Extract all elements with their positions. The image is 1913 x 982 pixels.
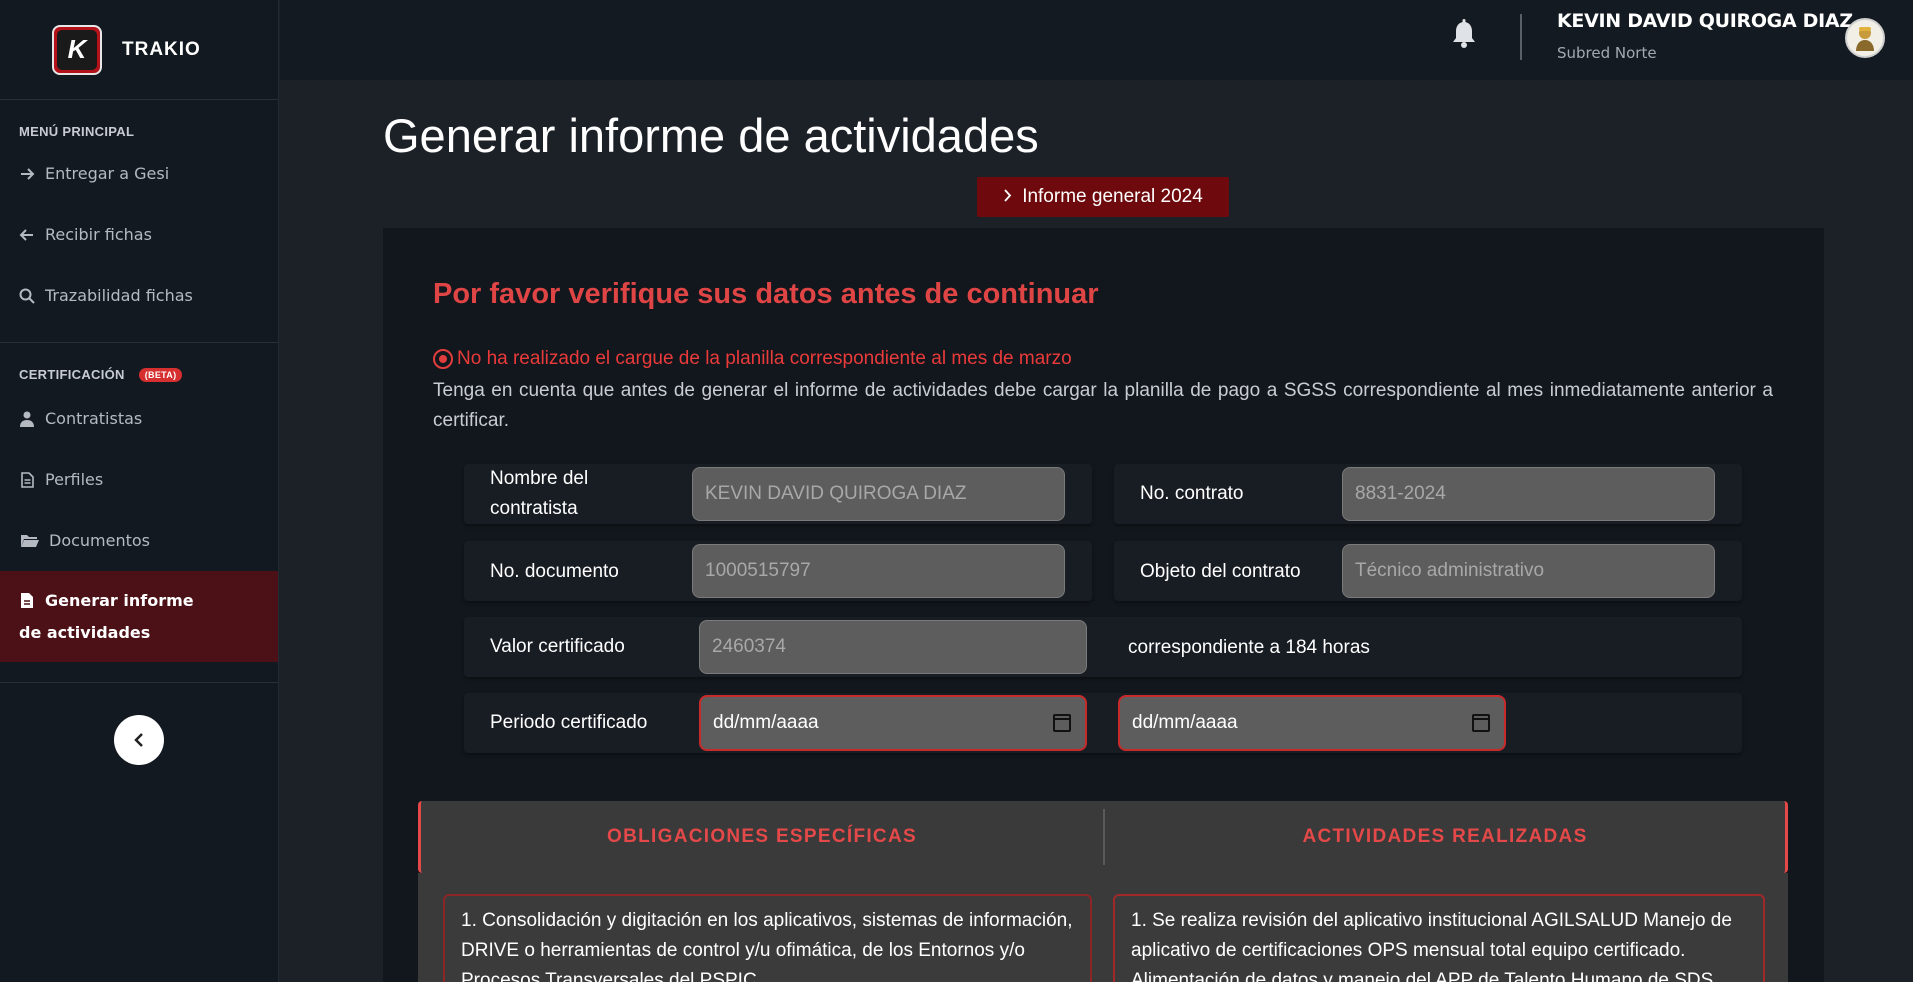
section-tabs: OBLIGACIONES ESPECÍFICAS ACTIVIDADES REA… bbox=[418, 801, 1788, 873]
sidebar-item-label: Perfiles bbox=[45, 470, 104, 489]
sidebar-item-generar-informe[interactable]: Generar informe de actividades bbox=[0, 571, 278, 662]
sidebar-item-label: Documentos bbox=[49, 531, 151, 550]
document-no-field[interactable]: 1000515797 bbox=[692, 544, 1065, 598]
search-icon bbox=[19, 288, 35, 304]
period-start-placeholder: dd/mm/aaaa bbox=[713, 712, 819, 733]
period-label: Periodo certificado bbox=[490, 712, 648, 733]
logo-icon[interactable]: K bbox=[52, 24, 102, 75]
collapse-sidebar-button[interactable] bbox=[114, 715, 164, 765]
calendar-icon[interactable] bbox=[1472, 714, 1490, 732]
contract-object-field[interactable]: Técnico administrativo bbox=[1342, 544, 1715, 598]
sidebar-item-recibir[interactable]: Recibir fichas bbox=[0, 204, 278, 265]
notification-bell-icon[interactable] bbox=[1449, 18, 1479, 52]
document-icon bbox=[19, 471, 35, 488]
user-subtitle: Subred Norte bbox=[1557, 44, 1657, 62]
brand: K TRAKIO bbox=[0, 0, 278, 100]
certification-heading-label: CERTIFICACIÓN bbox=[19, 367, 125, 382]
main-menu-heading-label: MENÚ PRINCIPAL bbox=[19, 124, 135, 139]
warning-dot-icon bbox=[433, 349, 453, 369]
period-end-placeholder: dd/mm/aaaa bbox=[1132, 712, 1238, 733]
form-row-period bbox=[464, 693, 1742, 753]
sidebar-item-label: Recibir fichas bbox=[45, 225, 152, 244]
warning-message: No ha realizado el cargue de la planilla… bbox=[433, 348, 1072, 370]
contract-object-label: Objeto del contrato bbox=[1140, 561, 1301, 582]
sidebar-item-label: Trazabilidad fichas bbox=[45, 286, 193, 305]
activity-textarea[interactable]: 1. Se realiza revisión del aplicativo in… bbox=[1113, 894, 1765, 982]
document-no-label: No. documento bbox=[490, 561, 619, 582]
certification-heading: CERTIFICACIÓN (BETA) bbox=[0, 367, 278, 382]
contract-no-field[interactable]: 8831-2024 bbox=[1342, 467, 1715, 521]
sidebar-item-label: Contratistas bbox=[45, 409, 143, 428]
avatar[interactable] bbox=[1845, 18, 1885, 58]
sidebar-item-contratistas[interactable]: Contratistas bbox=[0, 388, 278, 449]
sidebar-item-label: Entregar a Gesi bbox=[45, 164, 170, 183]
tab-obligaciones[interactable]: OBLIGACIONES ESPECÍFICAS bbox=[421, 801, 1103, 873]
certified-value-field[interactable]: 2460374 bbox=[699, 620, 1087, 674]
arrow-left-icon bbox=[19, 227, 35, 243]
topbar-divider bbox=[1520, 14, 1522, 60]
certified-value-label: Valor certificado bbox=[490, 636, 625, 657]
sidebar-item-label: Generar informe de actividades bbox=[19, 590, 194, 642]
contract-no-label: No. contrato bbox=[1140, 483, 1244, 504]
calendar-icon[interactable] bbox=[1053, 714, 1071, 732]
sidebar-item-documentos[interactable]: Documentos bbox=[0, 510, 278, 571]
warning-text: No ha realizado el cargue de la planilla… bbox=[457, 348, 1072, 369]
period-end-date-input[interactable]: dd/mm/aaaa bbox=[1118, 695, 1506, 751]
contractor-name-label: Nombre del contratista bbox=[490, 468, 589, 519]
arrow-right-icon bbox=[19, 166, 35, 182]
form-row-certified-value bbox=[464, 617, 1742, 677]
logo-letter: K bbox=[57, 29, 97, 70]
page-title: Generar informe de actividades bbox=[383, 109, 1039, 162]
tab-actividades[interactable]: ACTIVIDADES REALIZADAS bbox=[1105, 801, 1785, 873]
chevron-left-icon bbox=[134, 733, 143, 747]
sidebar: K TRAKIO MENÚ PRINCIPAL Entregar a Gesi … bbox=[0, 0, 279, 982]
contractor-name-field[interactable]: KEVIN DAVID QUIROGA DIAZ bbox=[692, 467, 1065, 521]
chevron-right-icon bbox=[1003, 186, 1012, 208]
hours-text: correspondiente a 184 horas bbox=[1128, 637, 1370, 658]
user-icon bbox=[19, 411, 35, 427]
beta-badge: (BETA) bbox=[138, 367, 183, 382]
user-name[interactable]: KEVIN DAVID QUIROGA DIAZ bbox=[1557, 10, 1853, 32]
sidebar-item-entregar[interactable]: Entregar a Gesi bbox=[0, 143, 278, 204]
file-icon bbox=[19, 592, 35, 608]
obligation-textarea[interactable]: 1. Consolidación y digitación en los apl… bbox=[443, 894, 1092, 982]
sidebar-item-trazabilidad[interactable]: Trazabilidad fichas bbox=[0, 265, 278, 326]
folder-icon bbox=[19, 533, 39, 549]
brand-name: TRAKIO bbox=[122, 38, 201, 60]
main-menu-heading: MENÚ PRINCIPAL bbox=[0, 124, 278, 139]
verify-title: Por favor verifique sus datos antes de c… bbox=[433, 278, 1099, 310]
report-pill-label: Informe general 2024 bbox=[1022, 186, 1203, 207]
info-text: Tenga en cuenta que antes de generar el … bbox=[433, 380, 1773, 431]
period-start-date-input[interactable]: dd/mm/aaaa bbox=[699, 695, 1087, 751]
sidebar-item-perfiles[interactable]: Perfiles bbox=[0, 449, 278, 510]
sidebar-divider bbox=[0, 682, 278, 683]
report-pill-button[interactable]: Informe general 2024 bbox=[977, 177, 1229, 217]
